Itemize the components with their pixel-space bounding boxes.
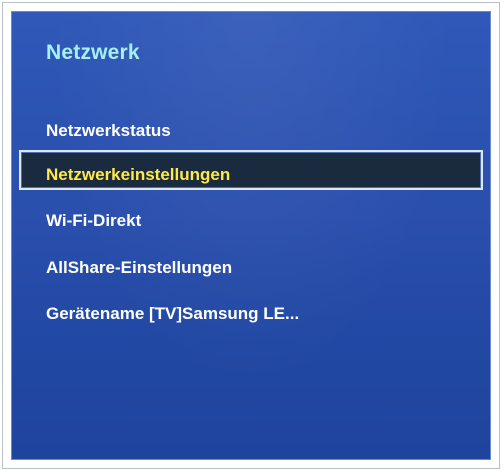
menu-item-wifi-direct[interactable]: Wi-Fi-Direkt [46, 211, 141, 231]
menu-item-allshare-settings[interactable]: AllShare-Einstellungen [46, 258, 232, 278]
menu-title: Netzwerk [46, 41, 140, 64]
menu-item-network-settings-selected[interactable]: Netzwerkeinstellungen [19, 150, 483, 190]
menu-item-device-name[interactable]: Gerätename [TV]Samsung LE... [46, 304, 299, 324]
menu-item-network-settings[interactable]: Netzwerkeinstellungen [46, 165, 230, 185]
menu-item-network-status[interactable]: Netzwerkstatus [46, 121, 171, 141]
screenshot-frame: Netzwerk Netzwerkstatus Netzwerkeinstell… [2, 2, 500, 469]
network-menu-panel: Netzwerk Netzwerkstatus Netzwerkeinstell… [11, 11, 491, 460]
